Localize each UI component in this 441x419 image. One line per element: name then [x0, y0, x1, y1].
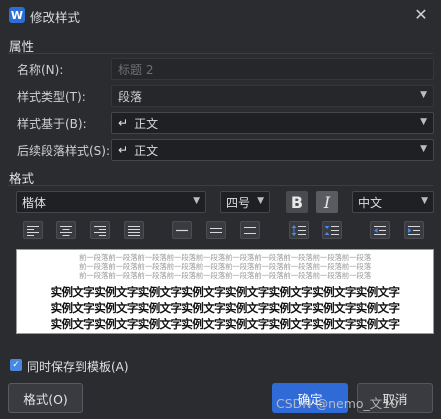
preview-previous-paragraph: 前一段落前一段落前一段落前一段落前一段落前一段落前一段落前一段落前一段落前一段落	[79, 262, 371, 271]
style-preview: 前一段落前一段落前一段落前一段落前一段落前一段落前一段落前一段落前一段落前一段落…	[16, 249, 434, 334]
decrease-line-spacing-button[interactable]	[322, 221, 342, 239]
preview-previous-paragraph: 前一段落前一段落前一段落前一段落前一段落前一段落前一段落前一段落前一段落前一段落	[79, 253, 371, 262]
align-right-icon	[94, 226, 106, 236]
font-select[interactable]: 楷体 ▼	[16, 191, 206, 213]
preview-sample-text: 实例文字实例文字实例文字实例文字实例文字实例文字实例文字实例文字	[50, 317, 400, 331]
one-half-spacing-button[interactable]	[206, 221, 226, 239]
dropdown-arrow-icon: ▼	[420, 90, 427, 100]
return-arrow-icon: ↵	[118, 143, 129, 157]
watermark: CSDN @nemo_文10	[276, 396, 399, 411]
one-half-spacing-icon	[210, 228, 222, 233]
name-value: 标题 2	[118, 62, 154, 77]
increase-indent-button[interactable]	[404, 221, 424, 239]
preview-previous-paragraph: 前一段落前一段落前一段落前一段落前一段落前一段落前一段落前一段落前一段落前一段落	[79, 271, 371, 280]
next-style-select[interactable]: ↵ 正文 ▼	[111, 139, 434, 161]
double-spacing-button[interactable]	[240, 221, 260, 239]
line-spacing-icon	[291, 225, 306, 236]
justify-button[interactable]	[124, 221, 144, 239]
font-size-select[interactable]: 四号 ▼	[220, 191, 270, 213]
language-value: 中文	[358, 195, 383, 210]
font-size-value: 四号	[226, 195, 251, 210]
align-left-button[interactable]	[23, 221, 43, 239]
next-style-label: 后续段落样式(S):	[17, 144, 111, 158]
based-on-label: 样式基于(B):	[17, 117, 87, 131]
align-right-button[interactable]	[90, 221, 110, 239]
style-type-label: 样式类型(T):	[17, 90, 86, 104]
title-bar: W 修改样式 ✕	[0, 0, 441, 30]
dropdown-arrow-icon: ▼	[257, 196, 264, 206]
indent-icon	[374, 226, 386, 235]
properties-divider	[8, 53, 433, 54]
window-title: 修改样式	[30, 10, 81, 25]
check-icon: ✓	[12, 360, 20, 370]
font-value: 楷体	[22, 195, 47, 210]
save-to-template-checkbox[interactable]: ✓	[10, 359, 22, 371]
bold-button[interactable]: B	[286, 191, 308, 213]
single-spacing-icon	[176, 229, 188, 232]
preview-sample-text: 实例文字实例文字实例文字实例文字实例文字实例文字实例文字实例文字	[50, 301, 400, 315]
align-center-button[interactable]	[56, 221, 76, 239]
based-on-value: 正文	[134, 116, 159, 131]
save-to-template-label[interactable]: 同时保存到模板(A)	[27, 358, 129, 375]
format-button[interactable]: 格式(O)	[8, 383, 83, 413]
return-arrow-icon: ↵	[118, 116, 129, 130]
next-style-value: 正文	[134, 143, 159, 158]
style-type-value: 段落	[118, 89, 143, 104]
style-type-select[interactable]: 段落 ▼	[111, 85, 434, 107]
indent-icon	[408, 226, 420, 235]
line-spacing-icon	[324, 226, 339, 235]
justify-icon	[128, 226, 140, 236]
italic-button[interactable]: I	[316, 191, 338, 213]
app-icon: W	[9, 7, 25, 23]
double-spacing-icon	[244, 227, 256, 234]
language-select[interactable]: 中文 ▼	[352, 191, 434, 213]
format-divider	[8, 185, 433, 186]
increase-line-spacing-button[interactable]	[289, 221, 309, 239]
decrease-indent-button[interactable]	[370, 221, 390, 239]
dropdown-arrow-icon: ▼	[420, 117, 427, 127]
preview-sample-text: 实例文字实例文字实例文字实例文字实例文字实例文字实例文字实例文字	[50, 285, 400, 299]
dropdown-arrow-icon: ▼	[420, 144, 427, 154]
align-left-icon	[27, 226, 39, 236]
align-center-icon	[60, 226, 72, 236]
dropdown-arrow-icon: ▼	[421, 196, 428, 206]
based-on-select[interactable]: ↵ 正文 ▼	[111, 112, 434, 134]
dropdown-arrow-icon: ▼	[193, 196, 200, 206]
single-spacing-button[interactable]	[172, 221, 192, 239]
name-label: 名称(N):	[17, 63, 64, 77]
name-field: 标题 2	[111, 58, 434, 80]
close-icon[interactable]: ✕	[411, 5, 431, 25]
